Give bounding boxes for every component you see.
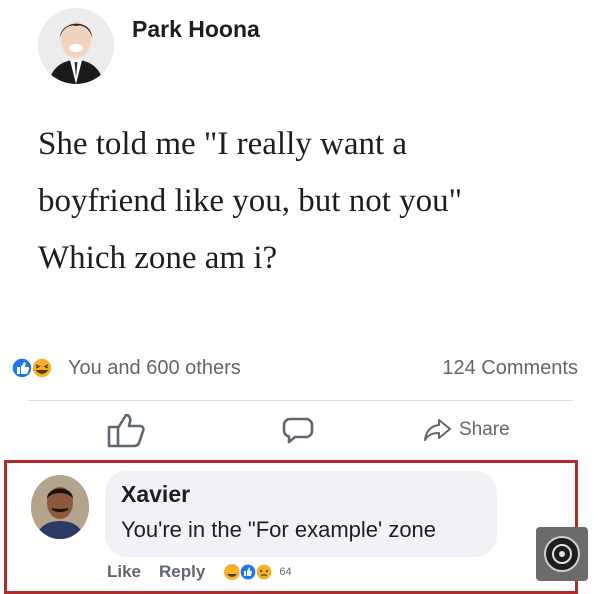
post-text-line: She told me "I really want a xyxy=(38,126,408,162)
post-card: Park Hoona She told me "I really want a … xyxy=(0,0,600,594)
comments-count[interactable]: 124 Comments xyxy=(442,357,578,380)
post-text: She told me "I really want a boyfriend l… xyxy=(38,116,578,287)
comment-text: You're in the "For example' zone xyxy=(121,517,437,542)
thumbs-up-icon xyxy=(107,413,145,448)
comment-actions: Like Reply 64 xyxy=(107,559,292,585)
reaction-icons[interactable] xyxy=(10,356,66,380)
comment-like-link[interactable]: Like xyxy=(107,562,141,582)
comment-icon xyxy=(282,417,314,444)
comment-reaction-icons[interactable] xyxy=(223,563,277,581)
commenter-name[interactable]: Xavier xyxy=(121,481,190,508)
like-button[interactable] xyxy=(104,408,148,452)
share-icon xyxy=(424,419,451,441)
watermark-logo xyxy=(536,527,588,581)
commenter-avatar-image xyxy=(31,475,89,539)
like-reaction-icon xyxy=(239,563,257,581)
comment-reply-link[interactable]: Reply xyxy=(159,562,205,582)
divider xyxy=(28,400,573,401)
post-actions: Share xyxy=(0,408,600,452)
comment-reaction-count[interactable]: 64 xyxy=(279,566,291,578)
like-reaction-icon xyxy=(11,357,33,379)
comment-bubble: Xavier You're in the "For example' zone xyxy=(105,471,497,557)
reactions-row: You and 600 others 124 Comments xyxy=(0,354,600,386)
commenter-avatar[interactable] xyxy=(31,475,89,539)
highlighted-comment: Xavier You're in the "For example' zone … xyxy=(4,460,578,594)
author-avatar-image xyxy=(38,8,114,84)
post-author-name[interactable]: Park Hoona xyxy=(132,16,260,43)
share-button[interactable]: Share xyxy=(423,408,510,452)
haha-reaction-icon xyxy=(224,564,241,580)
sad-reaction-icon xyxy=(255,563,273,581)
post-text-line: Which zone am i? xyxy=(38,240,278,276)
share-label: Share xyxy=(459,419,510,440)
author-avatar[interactable] xyxy=(38,8,114,84)
post-text-line: boyfriend like you, but not you" xyxy=(38,183,463,219)
haha-reaction-icon xyxy=(31,357,53,379)
reactions-summary[interactable]: You and 600 others xyxy=(68,357,241,380)
comment-button[interactable] xyxy=(282,408,314,452)
watermark-icon xyxy=(544,536,580,572)
